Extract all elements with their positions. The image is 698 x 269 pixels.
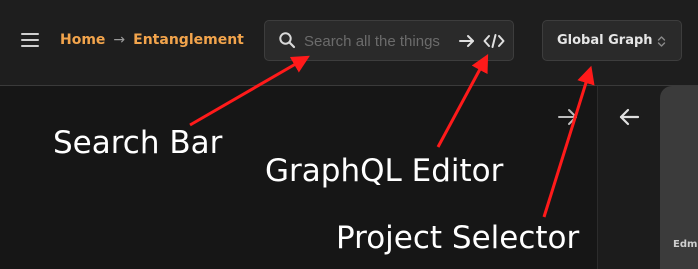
back-arrow-icon[interactable]: [618, 107, 640, 127]
map-label: Edm: [673, 239, 698, 250]
arrow-right-icon[interactable]: [458, 32, 476, 50]
breadcrumb: Home → Entanglement: [60, 32, 244, 48]
expand-arrow-icon[interactable]: [557, 107, 579, 127]
breadcrumb-current[interactable]: Entanglement: [133, 32, 244, 48]
project-selector-label: Global Graph: [557, 33, 653, 48]
code-icon[interactable]: [483, 32, 505, 50]
chevron-up-down-icon: [657, 36, 666, 47]
annotation-graphql-editor: GraphQL Editor: [265, 153, 504, 189]
annotation-search-bar: Search Bar: [53, 125, 223, 161]
breadcrumb-home[interactable]: Home: [60, 32, 105, 48]
search-icon: [279, 32, 296, 49]
breadcrumb-separator: →: [113, 32, 126, 48]
search-input[interactable]: [304, 30, 452, 52]
search-bar: [264, 20, 514, 61]
top-bar: Home → Entanglement Global Graph: [0, 0, 698, 85]
menu-icon[interactable]: [21, 33, 39, 47]
project-selector[interactable]: Global Graph: [542, 20, 682, 61]
annotation-project-selector: Project Selector: [336, 220, 580, 256]
